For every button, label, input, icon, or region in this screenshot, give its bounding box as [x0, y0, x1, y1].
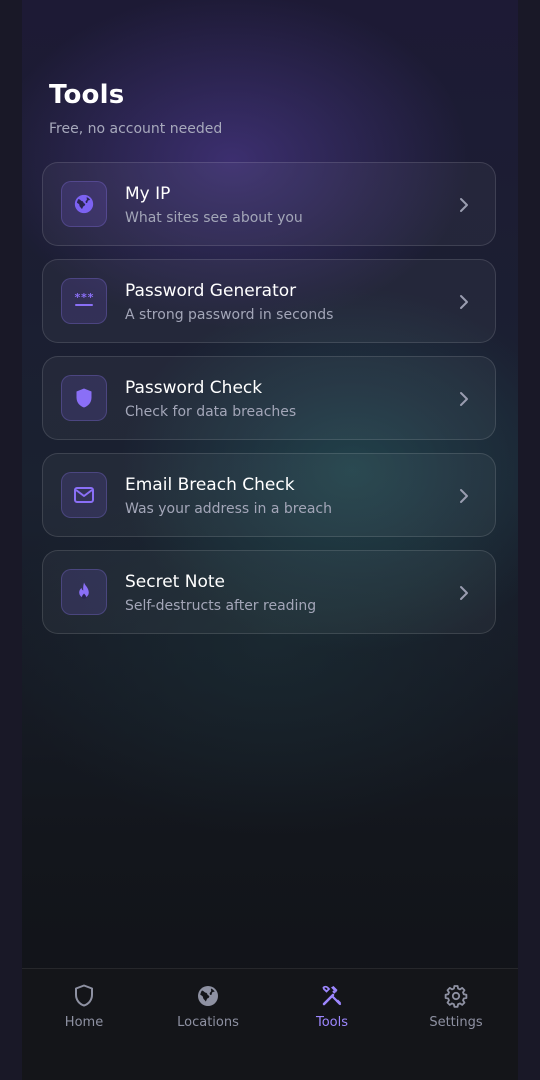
tool-description: A strong password in seconds [125, 307, 334, 323]
tool-name: Email Breach Check [125, 475, 295, 495]
screen-edge-right [518, 0, 540, 1080]
tool-card-my-ip[interactable]: My IP What sites see about you [42, 162, 496, 246]
svg-text:***: *** [74, 291, 94, 304]
chevron-right-icon [460, 586, 468, 600]
tool-name: Password Generator [125, 281, 297, 301]
password-asterisks-icon: *** [61, 278, 107, 324]
tool-name: Password Check [125, 378, 263, 398]
tool-description: What sites see about you [125, 210, 303, 226]
chevron-right-icon [460, 198, 468, 212]
flame-icon [61, 569, 107, 615]
tool-name: Secret Note [125, 572, 225, 592]
tool-name: My IP [125, 184, 171, 204]
tool-card-password-generator[interactable]: *** Password Generator A strong password… [42, 259, 496, 343]
globe-icon [198, 986, 218, 1006]
tool-card-password-check[interactable]: Password Check Check for data breaches [42, 356, 496, 440]
nav-item-tools[interactable]: Tools [270, 983, 394, 1043]
globe-icon [61, 181, 107, 227]
tool-card-email-breach-check[interactable]: Email Breach Check Was your address in a… [42, 453, 496, 537]
nav-item-settings[interactable]: Settings [394, 983, 518, 1043]
nav-label: Locations [177, 1015, 239, 1030]
tool-description: Check for data breaches [125, 404, 297, 420]
chevron-right-icon [460, 392, 468, 406]
nav-label: Settings [429, 1015, 483, 1030]
page-subtitle: Free, no account needed [49, 121, 223, 137]
chevron-right-icon [460, 489, 468, 503]
tool-description: Was your address in a breach [125, 501, 332, 517]
screen-edge-left [0, 0, 22, 1080]
nav-label: Tools [315, 1015, 349, 1030]
shield-icon [61, 375, 107, 421]
shield-icon [75, 984, 93, 1007]
tool-card-secret-note[interactable]: Secret Note Self-destructs after reading [42, 550, 496, 634]
chevron-right-icon [460, 295, 468, 309]
nav-item-home[interactable]: Home [22, 983, 146, 1043]
page-title: Tools [49, 80, 125, 110]
mail-icon [61, 472, 107, 518]
nav-label: Home [64, 1015, 104, 1030]
nav-item-locations[interactable]: Locations [146, 983, 270, 1043]
tools-screen: Tools Free, no account needed My IP What… [22, 0, 518, 1080]
gear-icon [444, 985, 468, 1008]
tools-icon [322, 985, 342, 1006]
tool-description: Self-destructs after reading [125, 598, 317, 614]
bottom-navigation: Home Locations Tools Settings [22, 968, 518, 1080]
